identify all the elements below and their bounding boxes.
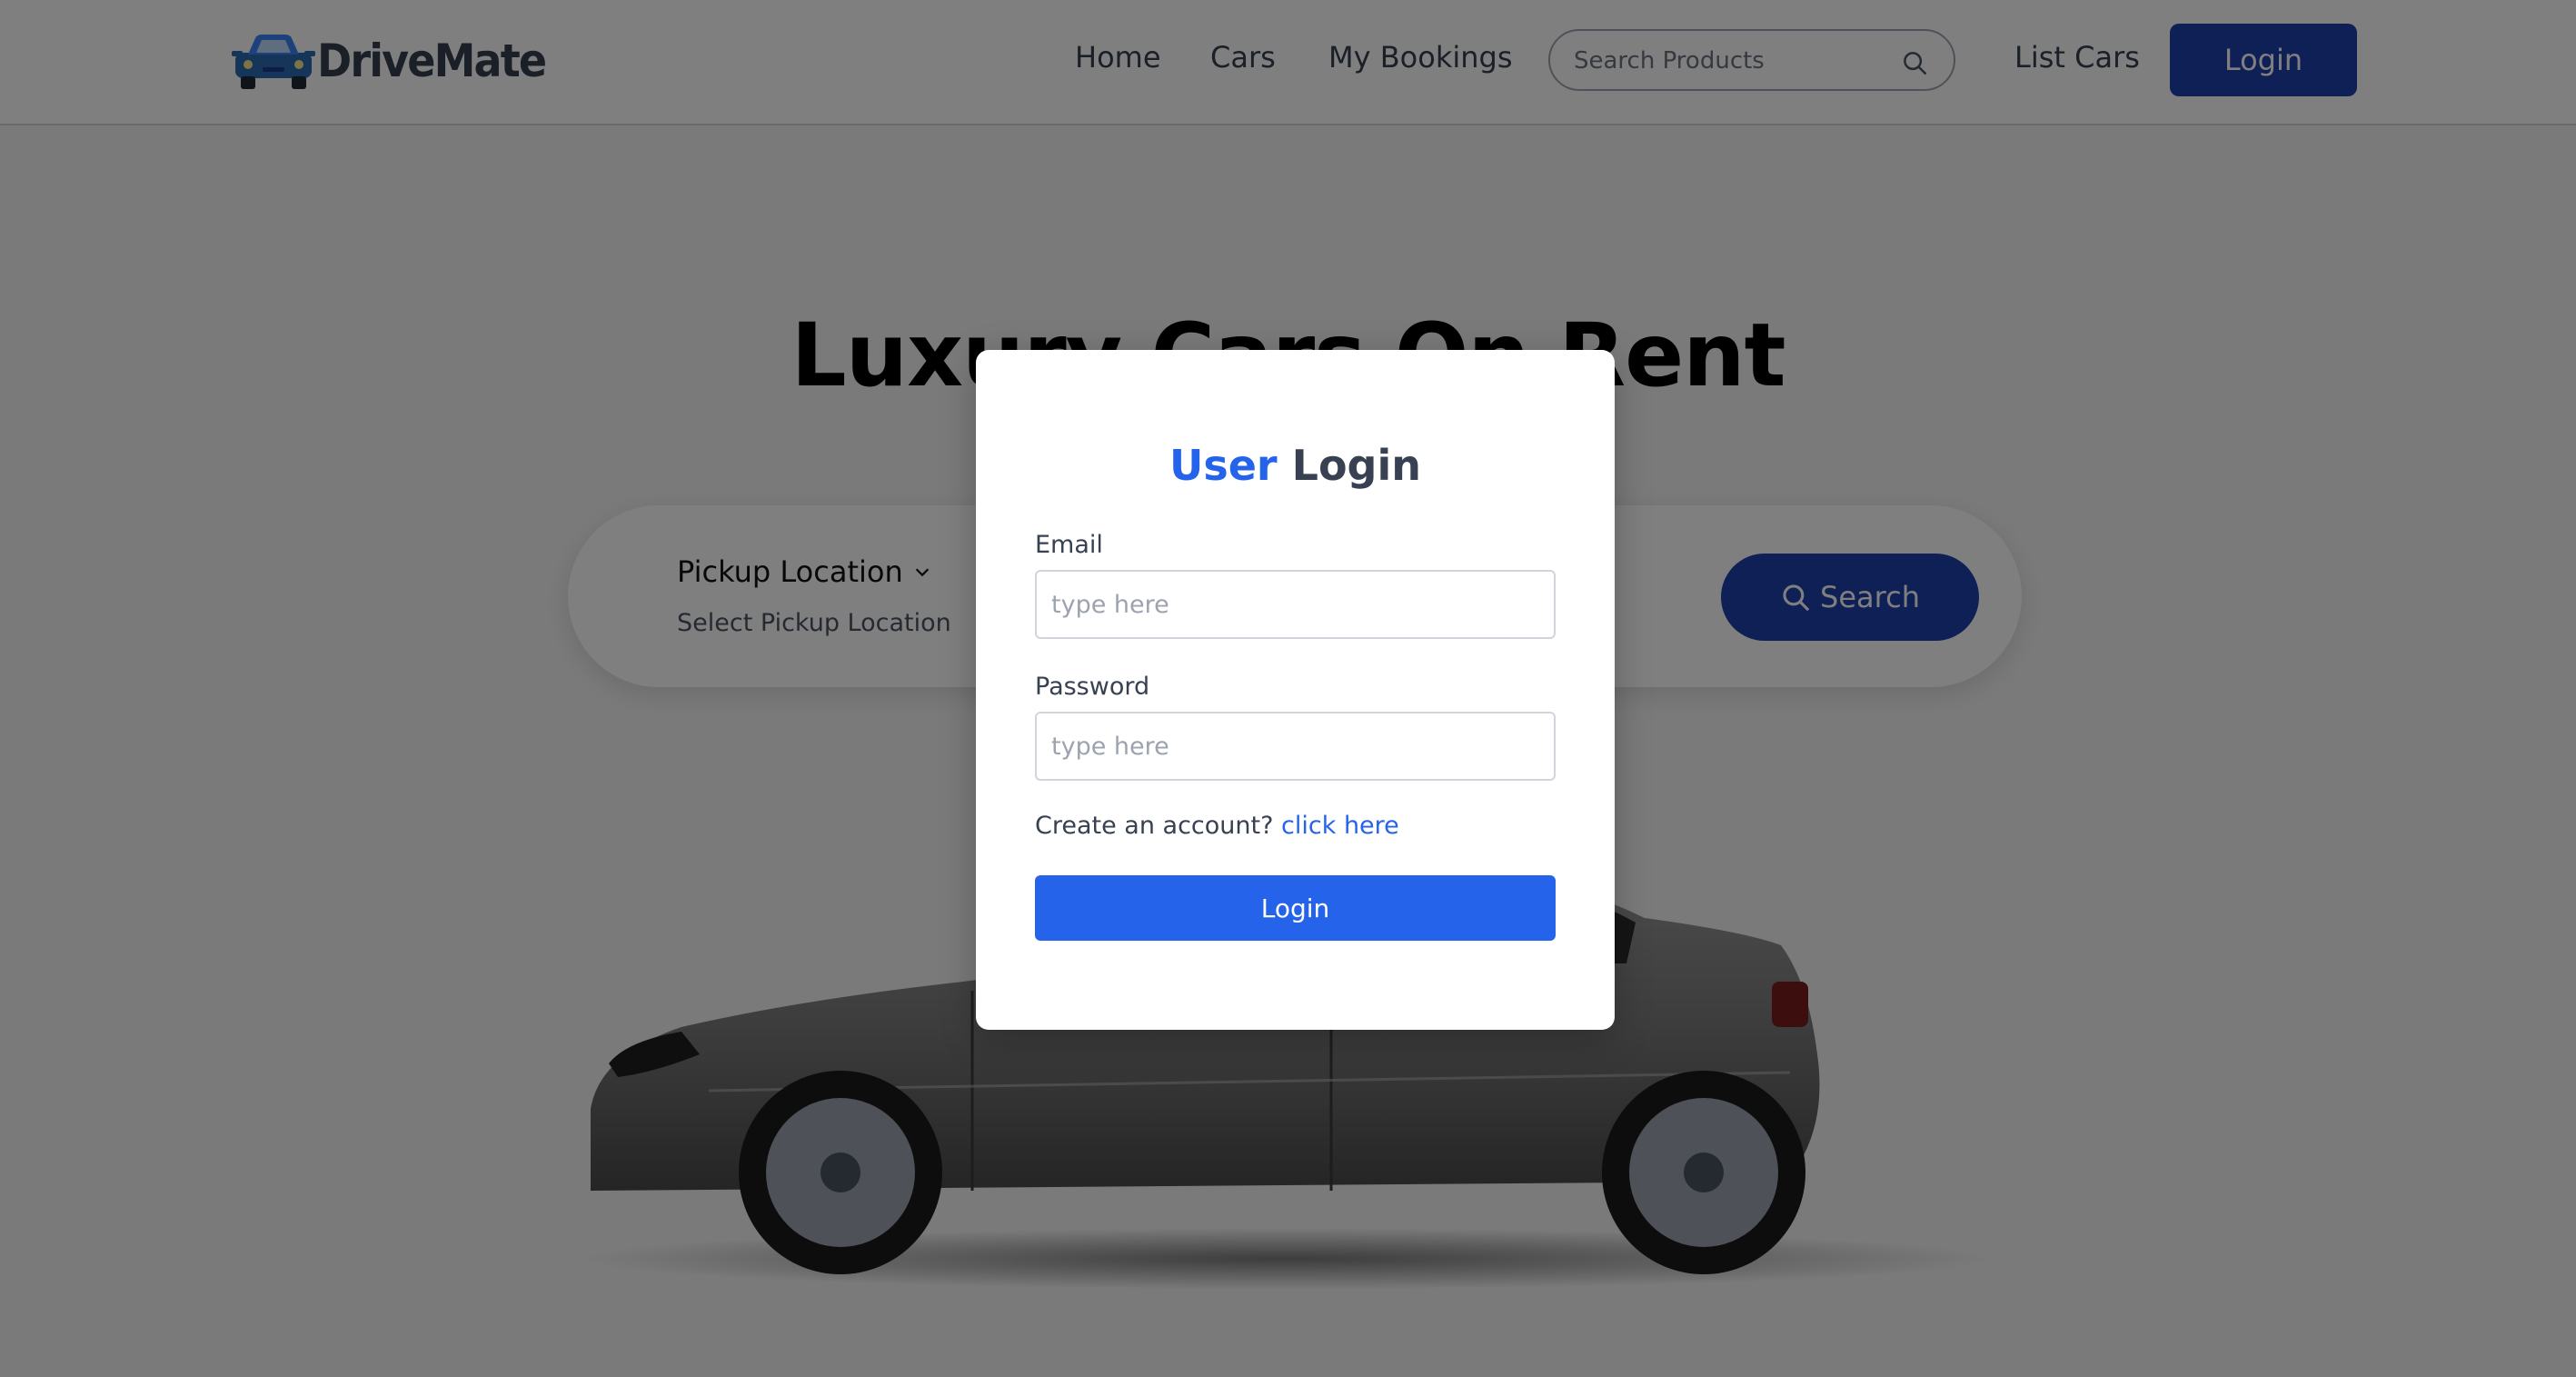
- create-account-prompt: Create an account? click here: [1035, 812, 1399, 840]
- create-account-text: Create an account?: [1035, 812, 1274, 840]
- modal-title-rest: Login: [1291, 441, 1421, 490]
- password-field[interactable]: [1035, 712, 1556, 781]
- create-account-link[interactable]: click here: [1281, 812, 1399, 840]
- modal-title: User Login: [976, 441, 1615, 490]
- email-field[interactable]: [1035, 570, 1556, 639]
- login-modal: User Login Email Password Create an acco…: [976, 350, 1615, 1030]
- email-label: Email: [1035, 531, 1103, 559]
- login-submit-button[interactable]: Login: [1035, 875, 1556, 941]
- password-label: Password: [1035, 673, 1150, 701]
- modal-title-accent: User: [1169, 441, 1278, 490]
